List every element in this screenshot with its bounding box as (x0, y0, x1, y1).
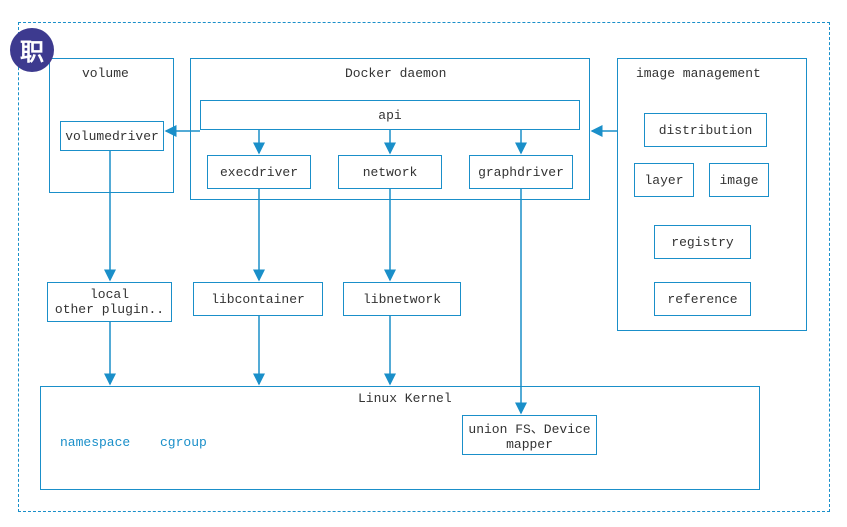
reference-box: reference (654, 282, 751, 316)
network-box: network (338, 155, 442, 189)
unionfs-box: union FS、Device mapper (462, 415, 597, 455)
image-mgmt-title: image management (636, 66, 761, 81)
logo-badge: 职 (10, 28, 54, 72)
layer-box: layer (634, 163, 694, 197)
distribution-box: distribution (644, 113, 767, 147)
registry-box: registry (654, 225, 751, 259)
api-box: api (200, 100, 580, 130)
libcontainer-box: libcontainer (193, 282, 323, 316)
graphdriver-box: graphdriver (469, 155, 573, 189)
daemon-title: Docker daemon (345, 66, 446, 81)
image-box: image (709, 163, 769, 197)
libnetwork-box: libnetwork (343, 282, 461, 316)
kernel-title: Linux Kernel (358, 391, 452, 406)
cgroup-label: cgroup (160, 435, 207, 450)
volume-title: volume (82, 66, 129, 81)
namespace-label: namespace (60, 435, 130, 450)
local-plugin-box: local other plugin.. (47, 282, 172, 322)
execdriver-box: execdriver (207, 155, 311, 189)
volumedriver-box: volumedriver (60, 121, 164, 151)
